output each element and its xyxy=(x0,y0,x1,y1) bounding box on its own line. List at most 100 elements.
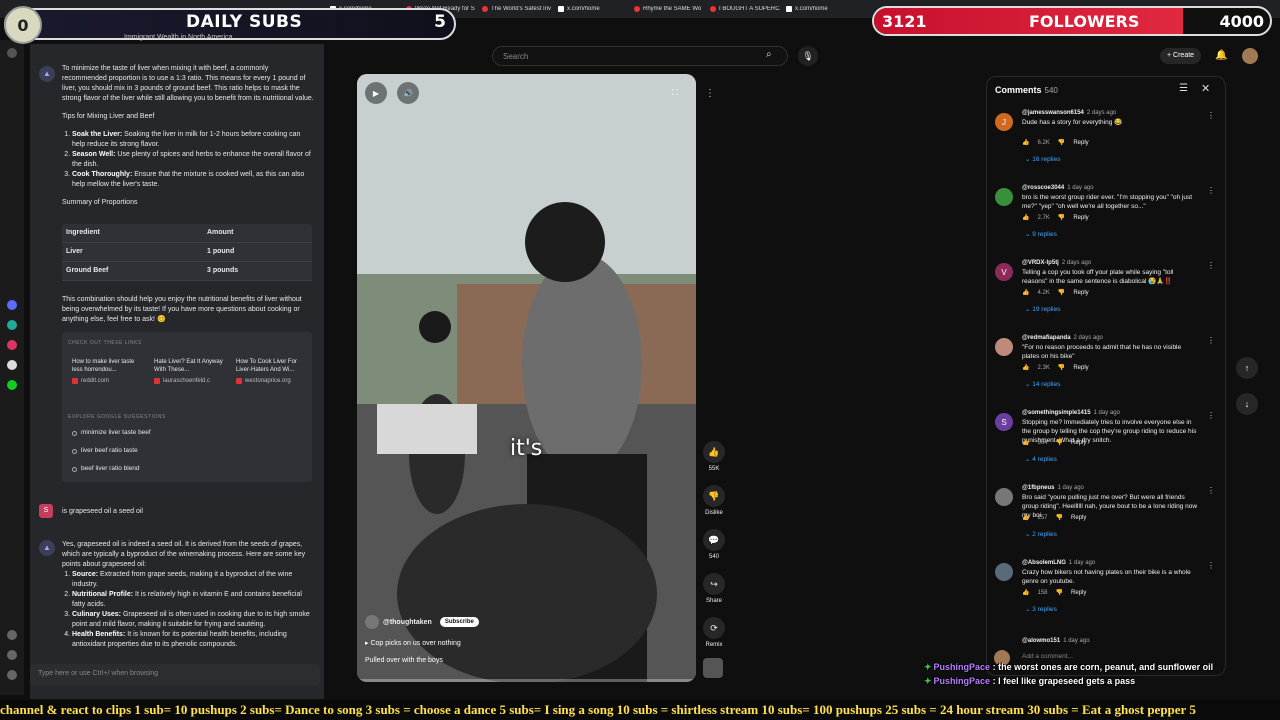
heart-icon[interactable] xyxy=(7,630,17,640)
previous-short-button[interactable]: ↑ xyxy=(1236,357,1258,379)
browser-tab[interactable]: The World's Safest Inv xyxy=(482,6,552,12)
more-options-icon[interactable]: ⋮ xyxy=(705,88,715,99)
like-icon[interactable]: 👍 xyxy=(1022,589,1029,596)
comment-menu-icon[interactable]: ⋮ xyxy=(1207,411,1215,420)
mic-icon[interactable]: 🎙 xyxy=(798,46,818,66)
like-icon[interactable]: 👍 xyxy=(1022,214,1029,221)
commenter-avatar[interactable] xyxy=(995,338,1013,356)
view-replies-button[interactable]: ⌄ 19 replies xyxy=(1025,305,1060,313)
sort-icon[interactable]: ☰ xyxy=(1179,83,1188,94)
reply-button[interactable]: Reply xyxy=(1071,515,1086,521)
bell-icon[interactable]: 🔔 xyxy=(1215,50,1227,61)
dislike-icon[interactable]: 👎 xyxy=(1056,514,1063,521)
comment-author[interactable]: @1fbpneus 1 day ago xyxy=(1022,485,1084,491)
reply-button[interactable]: Reply xyxy=(1071,590,1086,596)
view-replies-button[interactable]: ⌄ 16 replies xyxy=(1025,155,1060,163)
commenter-avatar[interactable]: V xyxy=(995,263,1013,281)
x-icon[interactable] xyxy=(7,360,17,370)
account-avatar[interactable] xyxy=(1242,48,1258,64)
comment-menu-icon[interactable]: ⋮ xyxy=(1207,561,1215,570)
browser-tab[interactable]: x.com/home xyxy=(786,6,856,12)
google-suggestion[interactable]: minimize liver taste beef xyxy=(72,428,151,438)
view-replies-button[interactable]: ⌄ 4 replies xyxy=(1025,455,1057,463)
comment-icon[interactable]: 💬 xyxy=(703,529,725,551)
remix-action[interactable]: ⟳ Remix xyxy=(703,617,725,648)
remix-thumbnail[interactable] xyxy=(703,658,723,678)
comment-author[interactable]: @somethingsimple1415 1 day ago xyxy=(1022,410,1120,416)
chat-input[interactable]: Type here or use Ctrl+/ when browsing xyxy=(30,664,320,686)
short-video-player[interactable]: ▶ 🔊 ⛶ it's @thoughtaken Subscribe ▸ Cop … xyxy=(357,74,696,682)
comment-menu-icon[interactable]: ⋮ xyxy=(1207,336,1215,345)
google-suggestion[interactable]: liver beef ratio taste xyxy=(72,446,138,456)
comment-menu-icon[interactable]: ⋮ xyxy=(1207,486,1215,495)
search-input[interactable]: Search xyxy=(492,46,788,66)
commenter-avatar[interactable] xyxy=(995,488,1013,506)
video-title[interactable]: ▸ Cop picks on us over nothing xyxy=(365,639,461,647)
fullscreen-icon[interactable]: ⛶ xyxy=(664,82,686,104)
volume-icon[interactable]: 🔊 xyxy=(397,82,419,104)
like-icon[interactable]: 👍 xyxy=(1022,139,1029,146)
reply-button[interactable]: Reply xyxy=(1073,290,1088,296)
comment-menu-icon[interactable]: ⋮ xyxy=(1207,261,1215,270)
whatsapp-icon[interactable] xyxy=(7,380,17,390)
comment-author[interactable]: @AbsolemLNG 1 day ago xyxy=(1022,560,1095,566)
commenter-avatar[interactable]: S xyxy=(995,413,1013,431)
settings-icon[interactable] xyxy=(7,670,17,680)
play-icon[interactable]: ▶ xyxy=(365,82,387,104)
share-icon[interactable]: ↪ xyxy=(703,573,725,595)
dislike-icon[interactable]: 👎 xyxy=(1058,289,1065,296)
comment-author[interactable]: @VRDX-lp5tj 2 days ago xyxy=(1022,260,1091,266)
history-icon[interactable] xyxy=(7,650,17,660)
view-replies-button[interactable]: ⌄ 3 replies xyxy=(1025,605,1057,613)
instagram-icon[interactable] xyxy=(7,340,17,350)
like-action[interactable]: 👍 55K xyxy=(703,441,725,472)
next-short-button[interactable]: ↓ xyxy=(1236,393,1258,415)
reply-button[interactable]: Reply xyxy=(1071,440,1086,446)
dislike-icon[interactable]: 👎 xyxy=(1058,214,1065,221)
dislike-action[interactable]: 👎 Dislike xyxy=(703,485,725,516)
comment-author[interactable]: @rosscoe3044 1 day ago xyxy=(1022,185,1094,191)
browser-tab[interactable]: x.com/home xyxy=(558,6,628,12)
source-link-card[interactable]: How To Cook Liver For Liver-Haters And W… xyxy=(236,358,310,394)
remix-icon[interactable]: ⟳ xyxy=(703,617,725,639)
subscribe-button[interactable]: Subscribe xyxy=(439,617,479,627)
source-link-card[interactable]: Hate Liver? Eat It Anyway With These... l… xyxy=(154,358,228,394)
commenter-avatar[interactable] xyxy=(995,563,1013,581)
comment-author[interactable]: @jamesswanson6154 2 days ago xyxy=(1022,110,1116,116)
share-action[interactable]: ↪ Share xyxy=(703,573,725,604)
dislike-icon[interactable]: 👎 xyxy=(703,485,725,507)
channel-name[interactable]: @thoughtaken xyxy=(383,619,432,626)
browser-tab[interactable]: Rhyme the SAME Wo xyxy=(634,6,704,12)
google-suggestion[interactable]: beef liver ratio blend xyxy=(72,464,140,474)
reply-button[interactable]: Reply xyxy=(1073,140,1088,146)
search-icon[interactable]: ⌕ xyxy=(766,49,780,63)
comment-menu-icon[interactable]: ⋮ xyxy=(1207,111,1215,120)
view-replies-button[interactable]: ⌄ 2 replies xyxy=(1025,530,1057,538)
source-link-card[interactable]: How to make liver taste less horrendou..… xyxy=(72,358,146,394)
browser-tab[interactable]: I BOUGHT A SUPERCA xyxy=(710,6,780,12)
dislike-icon[interactable]: 👎 xyxy=(1056,439,1063,446)
reply-button[interactable]: Reply xyxy=(1073,365,1088,371)
commenter-avatar[interactable] xyxy=(995,188,1013,206)
comment-menu-icon[interactable]: ⋮ xyxy=(1207,186,1215,195)
like-icon[interactable]: 👍 xyxy=(1022,439,1029,446)
create-button[interactable]: + Create xyxy=(1160,48,1202,64)
commenter-avatar[interactable]: J xyxy=(995,113,1013,131)
dislike-icon[interactable]: 👎 xyxy=(1058,139,1065,146)
video-progress-bar[interactable] xyxy=(357,679,696,682)
channel-avatar[interactable] xyxy=(365,615,379,629)
dislike-icon[interactable]: 👎 xyxy=(1056,589,1063,596)
dislike-icon[interactable]: 👎 xyxy=(1058,364,1065,371)
sidebar-app-icon[interactable] xyxy=(7,300,17,310)
like-icon[interactable]: 👍 xyxy=(1022,289,1029,296)
add-comment-input[interactable]: Add a comment... xyxy=(1022,653,1073,660)
like-icon[interactable]: 👍 xyxy=(1022,514,1029,521)
like-icon[interactable]: 👍 xyxy=(703,441,725,463)
comment-author[interactable]: @redmafiapanda 2 days ago xyxy=(1022,335,1103,341)
reply-button[interactable]: Reply xyxy=(1073,215,1088,221)
comment-action[interactable]: 💬 540 xyxy=(703,529,725,560)
view-replies-button[interactable]: ⌄ 14 replies xyxy=(1025,380,1060,388)
sidebar-app-icon[interactable] xyxy=(7,48,17,58)
sidebar-app-icon[interactable] xyxy=(7,320,17,330)
like-icon[interactable]: 👍 xyxy=(1022,364,1029,371)
